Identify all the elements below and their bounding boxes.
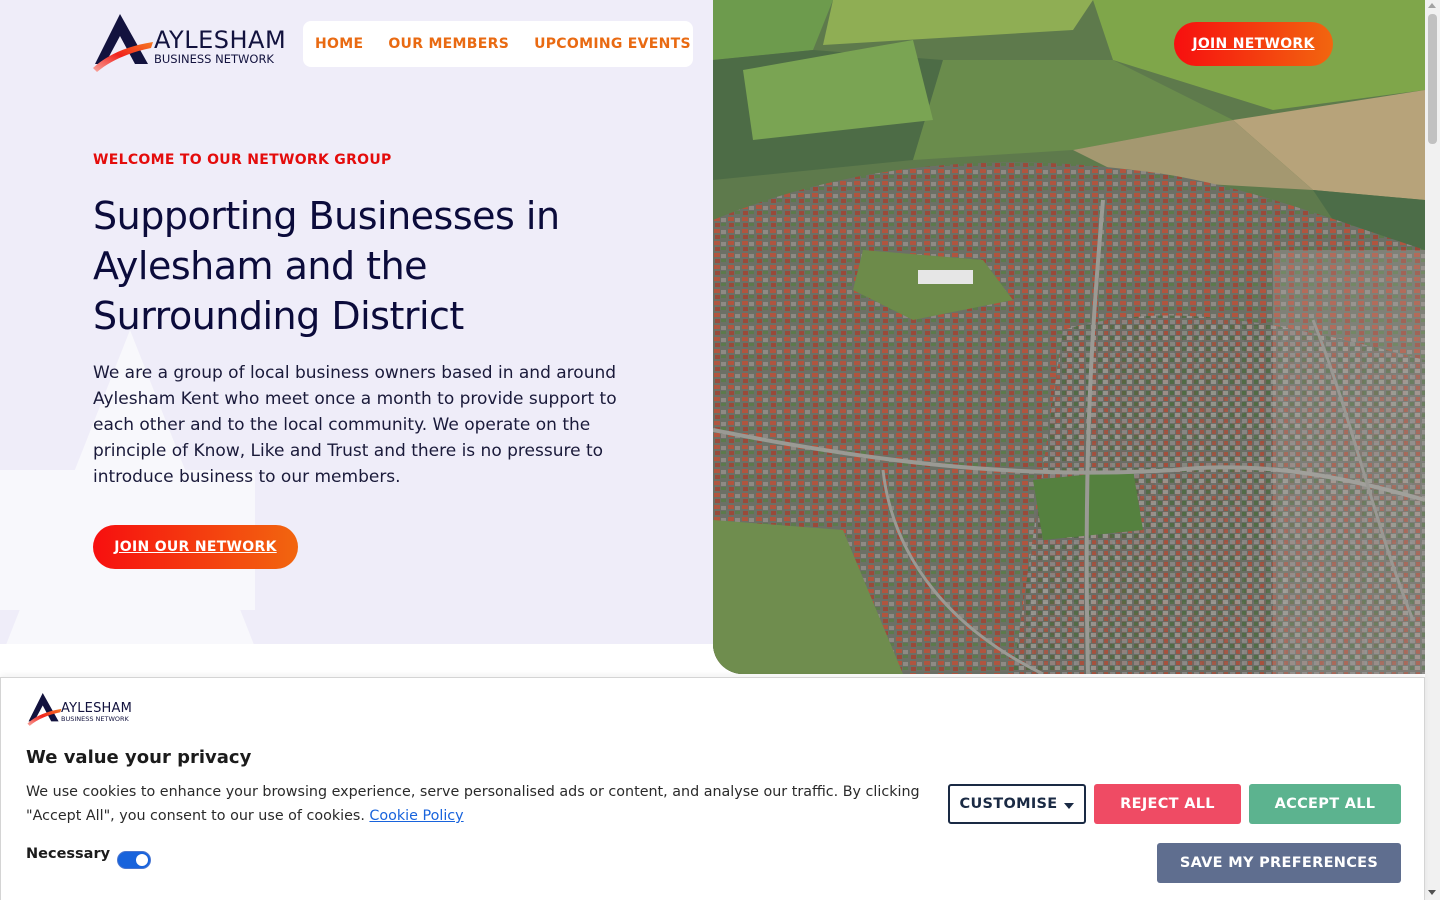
necessary-label: Necessary xyxy=(26,846,111,862)
aerial-town-image xyxy=(713,0,1425,674)
cookie-logo-name: AYLESHAM xyxy=(61,701,133,716)
main-nav: HOME OUR MEMBERS UPCOMING EVENTS xyxy=(303,21,693,67)
customise-button[interactable]: CUSTOMISE xyxy=(948,784,1086,824)
hero-intro: We are a group of local business owners … xyxy=(93,363,617,487)
hero-headline: Supporting Businesses in Aylesham and th… xyxy=(93,194,560,338)
reject-all-button[interactable]: REJECT ALL xyxy=(1094,784,1241,824)
nav-upcoming-events-link[interactable]: UPCOMING EVENTS xyxy=(534,36,691,52)
nav-our-members-link[interactable]: OUR MEMBERS xyxy=(388,36,509,52)
join-our-network-button[interactable]: JOIN OUR NETWORK xyxy=(93,525,298,569)
cookie-policy-link[interactable]: Cookie Policy xyxy=(369,808,463,824)
page-scrollbar[interactable] xyxy=(1425,0,1440,900)
hero-aerial-image xyxy=(713,0,1425,674)
logo-mark-icon xyxy=(27,693,62,726)
join-network-button[interactable]: JOIN NETWORK xyxy=(1174,22,1333,66)
cookie-logo-tagline: BUSINESS NETWORK xyxy=(61,715,129,723)
cookie-banner-text: We use cookies to enhance your browsing … xyxy=(26,780,926,828)
scroll-down-arrow-icon[interactable] xyxy=(1428,890,1436,895)
toggle-knob xyxy=(136,854,148,866)
save-preferences-button[interactable]: SAVE MY PREFERENCES xyxy=(1157,843,1401,883)
cookie-banner-title: We value your privacy xyxy=(26,747,252,768)
accept-all-button[interactable]: ACCEPT ALL xyxy=(1249,784,1401,824)
logo-mark-icon xyxy=(93,14,153,72)
logo-name: AYLESHAM xyxy=(154,26,287,54)
cookie-banner-logo: AYLESHAM BUSINESS NETWORK xyxy=(27,693,132,727)
scrollbar-thumb[interactable] xyxy=(1428,14,1437,144)
site-logo[interactable]: AYLESHAM BUSINESS NETWORK xyxy=(93,14,286,74)
customise-label: CUSTOMISE xyxy=(959,796,1058,812)
chevron-down-icon xyxy=(1064,802,1075,809)
nav-home-link[interactable]: HOME xyxy=(315,36,363,52)
scroll-up-arrow-icon[interactable] xyxy=(1428,3,1436,8)
cookie-consent-banner: AYLESHAM BUSINESS NETWORK We value your … xyxy=(0,677,1425,900)
hero-eyebrow: WELCOME TO OUR NETWORK GROUP xyxy=(93,152,392,168)
cookie-description: We use cookies to enhance your browsing … xyxy=(26,784,920,824)
logo-tagline: BUSINESS NETWORK xyxy=(154,52,274,66)
necessary-toggle[interactable] xyxy=(117,851,151,869)
